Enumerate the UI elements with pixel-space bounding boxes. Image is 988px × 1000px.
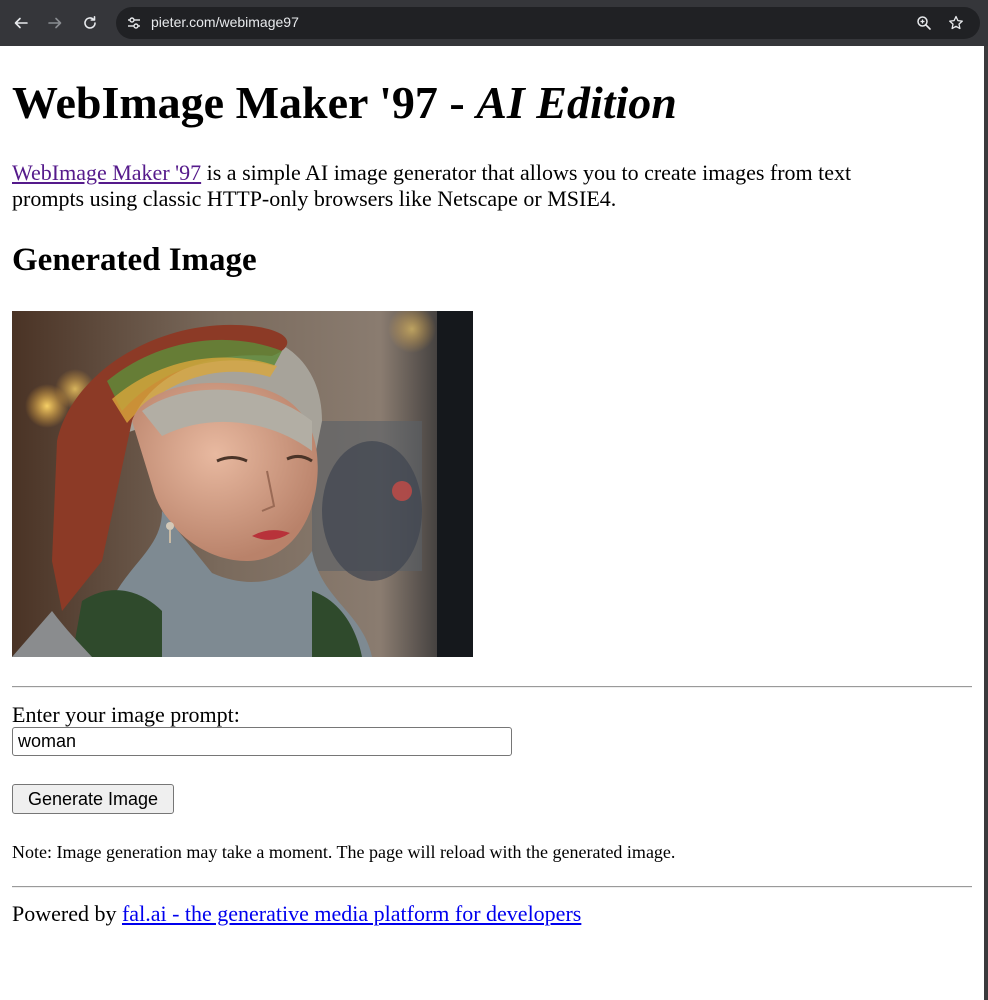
star-icon xyxy=(949,15,963,30)
title-italic: AI Edition xyxy=(476,77,677,128)
address-bar[interactable]: pieter.com/webimage97 xyxy=(116,7,980,39)
page-title: WebImage Maker '97 - AI Edition xyxy=(12,80,677,126)
zoom-button[interactable] xyxy=(914,13,934,33)
divider-top xyxy=(12,686,972,688)
footer: Powered by fal.ai - the generative media… xyxy=(12,901,581,927)
site-info-button[interactable] xyxy=(124,13,144,33)
address-url[interactable]: pieter.com/webimage97 xyxy=(151,14,299,30)
forward-button[interactable] xyxy=(43,11,67,35)
intro-paragraph: WebImage Maker '97 is a simple AI image … xyxy=(12,160,912,212)
generated-image-illustration xyxy=(12,311,473,657)
page-viewport: WebImage Maker '97 - AI Edition WebImage… xyxy=(0,46,984,1000)
prompt-label: Enter your image prompt: xyxy=(12,702,240,727)
arrow-left-icon xyxy=(14,17,28,29)
intro-link[interactable]: WebImage Maker '97 xyxy=(12,160,201,185)
tune-icon xyxy=(128,17,140,29)
back-button[interactable] xyxy=(9,11,33,35)
zoom-icon xyxy=(917,16,931,30)
footer-link[interactable]: fal.ai - the generative media platform f… xyxy=(122,901,581,926)
generated-image xyxy=(12,311,473,657)
arrow-right-icon xyxy=(48,17,62,29)
prompt-input[interactable] xyxy=(12,727,512,756)
browser-toolbar: pieter.com/webimage97 xyxy=(0,0,988,46)
footer-prefix: Powered by xyxy=(12,901,122,926)
reload-button[interactable] xyxy=(78,11,102,35)
generate-image-button[interactable]: Generate Image xyxy=(12,784,174,814)
reload-icon xyxy=(84,16,96,29)
divider-bottom xyxy=(12,886,972,888)
window-edge xyxy=(984,46,988,1000)
bookmark-button[interactable] xyxy=(946,13,966,33)
generation-note: Note: Image generation may take a moment… xyxy=(12,842,676,862)
section-heading: Generated Image xyxy=(12,242,257,278)
title-main: WebImage Maker '97 - xyxy=(12,77,477,128)
